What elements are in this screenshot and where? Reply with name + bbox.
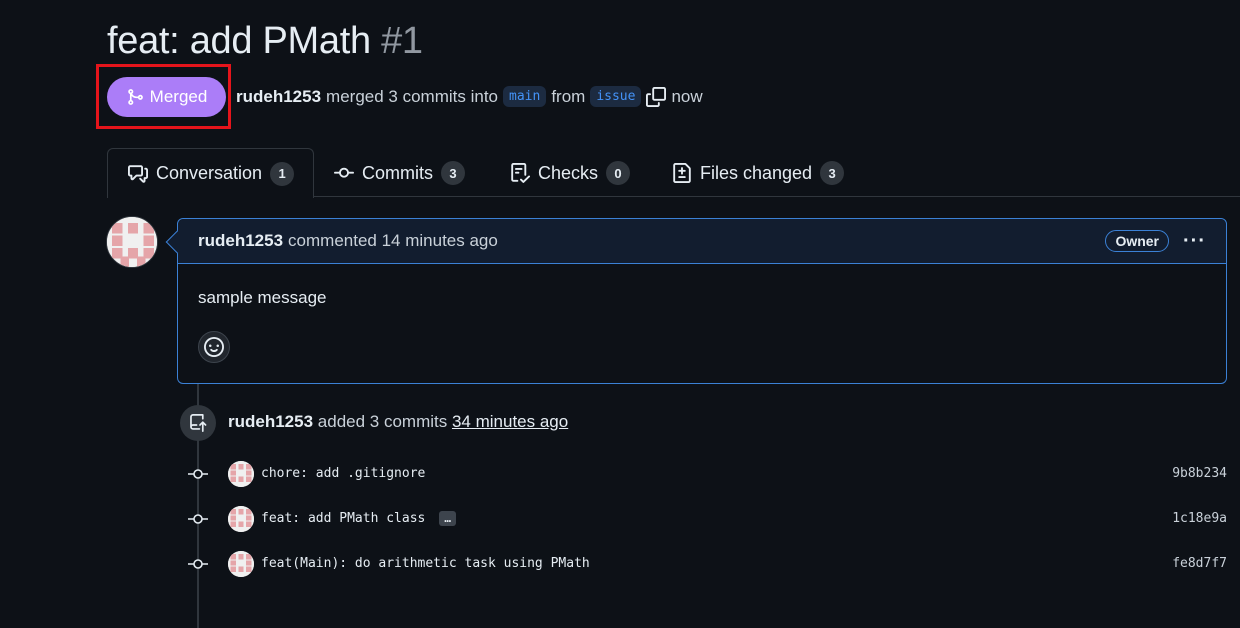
repo-push-icon — [180, 405, 216, 441]
pr-number: #1 — [381, 20, 423, 62]
merge-action-text: merged 3 commits into — [326, 86, 498, 106]
git-commit-icon — [188, 469, 208, 479]
commit-author-avatar[interactable] — [228, 461, 254, 487]
kebab-horizontal-icon[interactable]: ··· — [1183, 230, 1206, 253]
head-branch-link[interactable]: issue — [590, 86, 642, 107]
commit-author-avatar[interactable] — [228, 551, 254, 577]
commit-message[interactable]: feat: add PMath class … — [261, 511, 456, 526]
expand-commit-body-button[interactable]: … — [439, 511, 456, 526]
add-reaction-button[interactable] — [198, 331, 230, 363]
commit-message-text[interactable]: feat: add PMath class — [261, 511, 425, 526]
identicon-image — [107, 217, 157, 267]
comment-card: rudeh1253 commented 14 minutes ago Owner… — [165, 218, 1227, 384]
pr-title: feat: add PMath #1 — [107, 20, 423, 63]
comment-timestamp[interactable]: commented 14 minutes ago — [288, 231, 498, 251]
copy-icon[interactable] — [646, 86, 667, 107]
comment-discussion-icon — [128, 164, 148, 183]
owner-badge: Owner — [1105, 230, 1170, 252]
push-time-link[interactable]: 34 minutes ago — [452, 412, 568, 431]
tab-conversation[interactable]: Conversation 1 — [107, 148, 314, 198]
commit-row: feat(Main): do arithmetic task using PMa… — [0, 549, 1240, 579]
tab-files-changed[interactable]: Files changed 3 — [672, 148, 845, 198]
smiley-icon — [204, 337, 224, 357]
commit-message[interactable]: chore: add .gitignore — [261, 466, 425, 481]
tab-files-changed-label: Files changed — [700, 162, 813, 183]
file-diff-icon — [673, 163, 691, 183]
commit-message[interactable]: feat(Main): do arithmetic task using PMa… — [261, 556, 590, 571]
commit-sha-link[interactable]: 1c18e9a — [1172, 511, 1227, 526]
merge-time: now — [671, 86, 703, 106]
comment-author-link[interactable]: rudeh1253 — [198, 231, 283, 251]
push-event-summary: rudeh1253 added 3 commits 34 minutes ago — [228, 412, 568, 432]
commit-sha-link[interactable]: 9b8b234 — [1172, 466, 1227, 481]
tab-checks[interactable]: Checks 0 — [510, 148, 631, 198]
tab-conversation-count: 1 — [270, 161, 295, 186]
highlight-box — [96, 64, 231, 129]
git-commit-icon — [188, 514, 208, 524]
pr-author-link[interactable]: rudeh1253 — [236, 87, 321, 107]
comment-header: rudeh1253 commented 14 minutes ago Owner… — [178, 219, 1226, 264]
git-commit-icon — [334, 167, 354, 178]
git-commit-icon — [188, 559, 208, 569]
tab-commits-count: 3 — [441, 161, 465, 185]
tab-checks-label: Checks — [538, 162, 599, 183]
pr-title-text: feat: add PMath — [107, 20, 371, 62]
checklist-icon — [511, 163, 530, 183]
commit-sha-link[interactable]: fe8d7f7 — [1172, 556, 1227, 571]
tab-files-changed-count: 3 — [820, 161, 845, 185]
tab-commits-label: Commits — [362, 162, 433, 183]
commit-row: chore: add .gitignore 9b8b234 — [0, 459, 1240, 489]
tab-commits[interactable]: Commits 3 — [334, 148, 465, 198]
commit-message-text[interactable]: chore: add .gitignore — [261, 466, 425, 481]
commit-author-avatar[interactable] — [228, 506, 254, 532]
base-branch-link[interactable]: main — [503, 86, 547, 107]
push-author-link[interactable]: rudeh1253 — [228, 412, 313, 431]
comment-author-avatar[interactable] — [106, 216, 158, 268]
pr-merge-summary: rudeh1253 merged 3 commits into main fro… — [236, 86, 708, 107]
pr-tabs: Conversation 1 Commits 3 Checks 0 Files … — [0, 148, 1240, 198]
comment-body: sample message — [198, 288, 327, 307]
push-action-text: added 3 commits — [317, 412, 448, 431]
commit-row: feat: add PMath class … 1c18e9a — [0, 504, 1240, 534]
from-text: from — [551, 86, 586, 106]
commit-message-text[interactable]: feat(Main): do arithmetic task using PMa… — [261, 556, 590, 571]
tab-conversation-label: Conversation — [156, 163, 263, 183]
tab-checks-count: 0 — [606, 161, 631, 185]
